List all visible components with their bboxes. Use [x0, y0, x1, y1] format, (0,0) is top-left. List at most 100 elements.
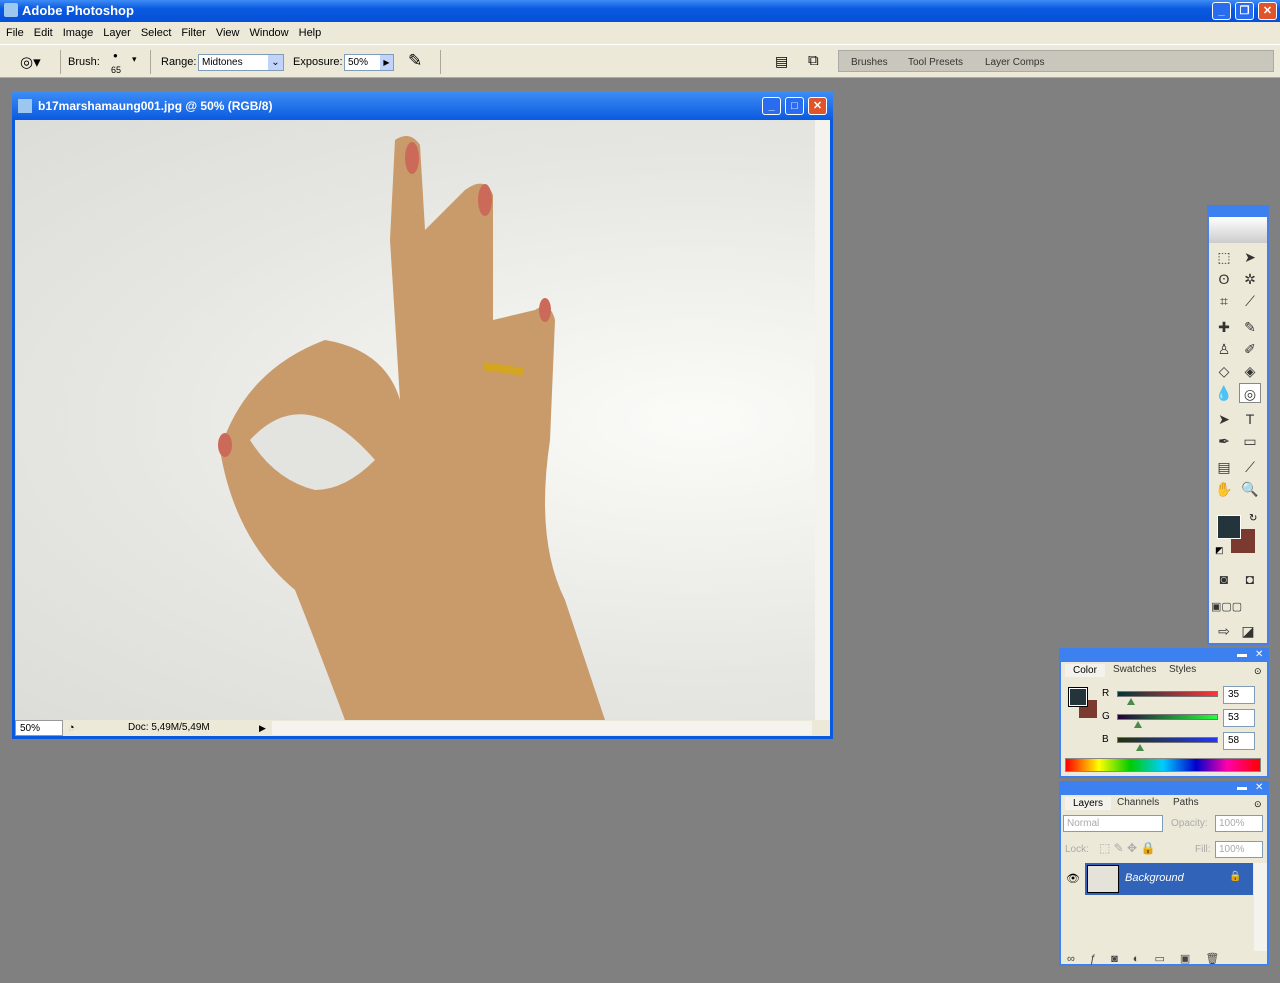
brush-dropdown-icon[interactable]: ▾ [132, 54, 137, 65]
type-tool-icon[interactable]: T [1239, 409, 1261, 429]
panel-minimize-icon[interactable]: ▬ [1237, 649, 1247, 660]
tab-channels[interactable]: Channels [1117, 797, 1159, 808]
menu-select[interactable]: Select [141, 27, 172, 39]
menu-filter[interactable]: Filter [181, 27, 205, 39]
eyedropper-icon[interactable]: ⟋ [1239, 457, 1261, 477]
menu-layer[interactable]: Layer [103, 27, 131, 39]
tab-styles[interactable]: Styles [1169, 664, 1196, 675]
foreground-color-swatch[interactable] [1068, 687, 1088, 707]
panel-menu-icon[interactable]: ⊙ [1254, 799, 1262, 810]
opacity-label: Opacity: [1171, 818, 1208, 829]
document-title-bar[interactable]: b17marshamaung001.jpg @ 50% (RGB/8) _ □ … [12, 92, 833, 120]
standard-mode-icon[interactable]: ◙ [1213, 569, 1235, 589]
zoom-field[interactable]: 50% [15, 720, 63, 736]
screen-modes-icon[interactable]: ▣▢▢ [1211, 597, 1242, 617]
blend-mode-select[interactable]: Normal [1063, 815, 1163, 832]
status-options-icon[interactable]: ◔ [68, 720, 75, 736]
pen-tool-icon[interactable]: ✒ [1213, 431, 1235, 451]
panel-minimize-icon[interactable]: ▬ [1237, 782, 1247, 793]
paint-bucket-icon[interactable]: ◈ [1239, 361, 1261, 381]
green-slider-handle[interactable] [1134, 721, 1142, 728]
path-selection-icon[interactable]: ➤ [1213, 409, 1235, 429]
red-slider[interactable] [1117, 691, 1218, 697]
swap-colors-icon[interactable]: ↻ [1249, 513, 1257, 524]
brush-tool-icon[interactable]: ✎ [1239, 317, 1261, 337]
menu-window[interactable]: Window [250, 27, 289, 39]
tab-swatches[interactable]: Swatches [1113, 664, 1156, 675]
exposure-slider-arrow-icon[interactable]: ▶ [380, 55, 393, 70]
eye-icon[interactable]: 👁 [1061, 863, 1085, 895]
horizontal-scrollbar[interactable] [272, 721, 812, 735]
blue-value-field[interactable]: 58 [1223, 732, 1255, 750]
status-menu-arrow-icon[interactable]: ▶ [259, 720, 266, 736]
well-tab-tool-presets[interactable]: Tool Presets [908, 57, 963, 68]
jump-to-imageready-icon[interactable]: ⇨ [1213, 621, 1235, 641]
menu-help[interactable]: Help [299, 27, 322, 39]
foreground-color-swatch[interactable] [1217, 515, 1241, 539]
layer-row[interactable]: 👁 Background 🔒 [1061, 863, 1253, 895]
shape-tool-icon[interactable]: ▭ [1239, 431, 1261, 451]
menu-edit[interactable]: Edit [34, 27, 53, 39]
tab-layers[interactable]: Layers [1065, 797, 1112, 810]
restore-button[interactable]: ❐ [1235, 2, 1254, 20]
menu-file[interactable]: File [6, 27, 24, 39]
marquee-tool-icon[interactable]: ⬚ [1213, 247, 1235, 267]
imageready-icon[interactable]: ◪ [1237, 621, 1259, 641]
quick-mask-icon[interactable]: ◘ [1239, 569, 1261, 589]
sponge-tool-preset-icon[interactable]: ◎▾ [20, 53, 41, 71]
lasso-tool-icon[interactable]: ʘ [1213, 269, 1235, 289]
green-value-field[interactable]: 53 [1223, 709, 1255, 727]
doc-maximize-button[interactable]: □ [785, 97, 804, 115]
vertical-scrollbar[interactable] [815, 120, 830, 720]
layers-scrollbar[interactable] [1254, 863, 1267, 951]
chevron-down-icon[interactable]: ⌄ [268, 55, 283, 70]
hand-tool-icon[interactable]: ✋ [1213, 479, 1235, 499]
history-brush-icon[interactable]: ✐ [1239, 339, 1261, 359]
blue-slider[interactable] [1117, 737, 1218, 743]
lock-icons[interactable]: ⬚ ✎ ✥ 🔒 [1099, 841, 1155, 855]
fill-field[interactable]: 100% [1215, 841, 1263, 858]
notes-tool-icon[interactable]: ▤ [1213, 457, 1235, 477]
panel-close-icon[interactable]: ✕ [1255, 782, 1263, 793]
tab-color[interactable]: Color [1065, 664, 1105, 677]
document-window: b17marshamaung001.jpg @ 50% (RGB/8) _ □ … [12, 92, 833, 739]
file-browser-icon[interactable]: ▤ [775, 53, 788, 70]
panel-close-icon[interactable]: ✕ [1255, 649, 1263, 660]
layers-footer-buttons[interactable]: ∞ ƒ ◙ ◐ ▭ ▣ 🗑 [1061, 952, 1267, 965]
stamp-tool-icon[interactable]: ♙ [1213, 339, 1235, 359]
crop-tool-icon[interactable]: ⌗ [1213, 291, 1235, 311]
sponge-tool-icon[interactable]: ◎ [1239, 383, 1261, 403]
exposure-field[interactable]: 50% ▶ [344, 54, 394, 71]
panel-menu-icon[interactable]: ⊙ [1254, 666, 1262, 677]
palette-well: Brushes Tool Presets Layer Comps [838, 50, 1274, 72]
image-canvas[interactable] [15, 120, 815, 720]
color-ramp[interactable] [1065, 758, 1261, 772]
slice-tool-icon[interactable]: ⟋ [1239, 291, 1261, 311]
doc-minimize-button[interactable]: _ [762, 97, 781, 115]
red-value-field[interactable]: 35 [1223, 686, 1255, 704]
opacity-field[interactable]: 100% [1215, 815, 1263, 832]
healing-brush-icon[interactable]: ✚ [1213, 317, 1235, 337]
well-tab-brushes[interactable]: Brushes [851, 57, 888, 68]
menu-view[interactable]: View [216, 27, 240, 39]
tab-paths[interactable]: Paths [1173, 797, 1199, 808]
well-tab-layer-comps[interactable]: Layer Comps [985, 57, 1044, 68]
magic-wand-icon[interactable]: ✲ [1239, 269, 1261, 289]
green-slider[interactable] [1117, 714, 1218, 720]
palette-well-icon[interactable]: ⧉ [808, 52, 819, 69]
range-select[interactable]: Midtones ⌄ [198, 54, 284, 71]
menu-image[interactable]: Image [63, 27, 94, 39]
red-slider-handle[interactable] [1127, 698, 1135, 705]
doc-close-button[interactable]: ✕ [808, 97, 827, 115]
minimize-button[interactable]: _ [1212, 2, 1231, 20]
zoom-tool-icon[interactable]: 🔍 [1239, 479, 1261, 499]
blur-tool-icon[interactable]: 💧 [1213, 383, 1235, 403]
close-button[interactable]: ✕ [1258, 2, 1277, 20]
default-colors-icon[interactable]: ◩ [1215, 545, 1224, 556]
move-tool-icon[interactable]: ➤ [1239, 247, 1261, 267]
brush-preview-icon[interactable]: ● [113, 51, 118, 60]
feather-logo-icon[interactable] [1209, 217, 1267, 243]
eraser-tool-icon[interactable]: ◇ [1213, 361, 1235, 381]
airbrush-icon[interactable]: ✎ [408, 51, 422, 71]
blue-slider-handle[interactable] [1136, 744, 1144, 751]
